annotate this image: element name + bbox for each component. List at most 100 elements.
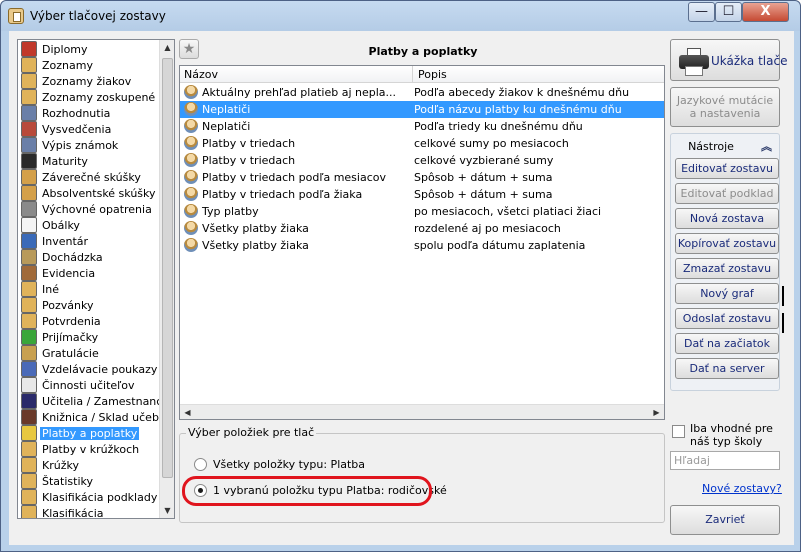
tool-button[interactable]: Nová zostava	[675, 208, 779, 229]
tool-button[interactable]: Zmazať zostavu	[675, 258, 779, 279]
tree-item-label: Obálky	[42, 218, 80, 232]
school-type-label: Iba vhodné pre náš typ školy	[690, 422, 773, 448]
tool-button[interactable]: Kopírovať zostavu	[675, 233, 779, 254]
tree-item[interactable]: Učitelia / Zamestnanci	[21, 393, 167, 409]
tree-item-label: Evidencia	[42, 266, 96, 280]
tree-item-label: Prijímačky	[42, 330, 99, 344]
school-type-checkbox[interactable]	[672, 425, 685, 438]
tree-item[interactable]: Vzdelávacie poukazy	[21, 361, 159, 377]
divider-mark	[782, 286, 784, 306]
tree-item[interactable]: Dochádzka	[21, 249, 105, 265]
collapse-chevron-icon[interactable]: ︽	[761, 138, 772, 154]
window-title: Výber tlačovej zostavy	[30, 9, 166, 23]
tree-item[interactable]: Klasifikácia podklady	[21, 489, 159, 505]
print-preview-button[interactable]: Ukážka tlače	[670, 39, 787, 81]
table-row[interactable]: Aktuálny prehľad platieb aj nepla... Podľ…	[180, 84, 664, 101]
tree-item[interactable]: Činnosti učiteľov	[21, 377, 137, 393]
table-row[interactable]: Všetky platby žiaka spolu podľa dátumu za…	[180, 237, 664, 254]
close-window-button[interactable]: X	[742, 2, 789, 22]
tree-scrollbar[interactable]: ▲ ▼	[159, 40, 174, 518]
tree-item-label: Platby a poplatky	[40, 426, 140, 440]
gift-icon	[21, 345, 37, 361]
tool-button[interactable]: Editovať podklad	[675, 183, 779, 204]
table-row[interactable]: Neplatiči Podľa názvu platby ku dnešnému …	[180, 101, 664, 118]
tree-item[interactable]: Zoznamy žiakov	[21, 73, 133, 89]
measure-icon	[21, 201, 37, 217]
tool-button[interactable]: Dať na začiatok	[675, 333, 779, 354]
table-row[interactable]: Všetky platby žiaka rozdelené aj po mesia…	[180, 220, 664, 237]
radio-label: Všetky položky typu: Platba	[213, 458, 366, 471]
radio-button[interactable]	[194, 458, 207, 471]
tree-item[interactable]: Obálky	[21, 217, 82, 233]
minimize-button[interactable]: —	[688, 2, 715, 22]
tree-item[interactable]: Diplomy	[21, 41, 90, 57]
new-reports-link[interactable]: Nové zostavy?	[702, 482, 782, 495]
tree-item[interactable]: Gratulácie	[21, 345, 101, 361]
column-header-description[interactable]: Popis	[418, 68, 447, 81]
table-row[interactable]: Platby v triedach podľa žiaka Spôsob + dá…	[180, 186, 664, 203]
language-settings-button[interactable]: Jazykové mutácie a nastavenia	[670, 87, 780, 127]
tree-item[interactable]: Pozvánky	[21, 297, 95, 313]
row-name: Neplatiči	[202, 120, 251, 133]
tool-button[interactable]: Nový graf	[675, 283, 779, 304]
tree-item[interactable]: Absolventské skúšky	[21, 185, 158, 201]
tree-item[interactable]: Platby v krúžkoch	[21, 441, 141, 457]
scroll-right-arrow-icon[interactable]: ▶	[649, 405, 664, 419]
highlight-oval	[182, 476, 432, 506]
staff-icon	[21, 393, 37, 409]
tree-item[interactable]: Maturity	[21, 153, 90, 169]
table-row[interactable]: Neplatiči Podľa triedy ku dnešnému dňu	[180, 118, 664, 135]
table-row[interactable]: Typ platby po mesiacoch, všetci platiaci …	[180, 203, 664, 220]
scroll-left-arrow-icon[interactable]: ◀	[180, 405, 195, 419]
user-icon	[21, 441, 37, 457]
certificate-icon	[21, 121, 37, 137]
tree-item[interactable]: Knižnica / Sklad učebn	[21, 409, 168, 425]
maximize-button[interactable]: ☐	[715, 2, 742, 22]
tree-item-label: Štatistiky	[42, 474, 93, 488]
tool-button[interactable]: Odoslať zostavu	[675, 308, 779, 329]
tree-item[interactable]: Potvrdenia	[21, 313, 103, 329]
tree-item[interactable]: Záverečné skúšky	[21, 169, 143, 185]
tree-item-label: Výpis známok	[42, 138, 119, 152]
tools-title: Nástroje	[688, 140, 734, 153]
tree-item[interactable]: Rozhodnutia	[21, 105, 112, 121]
close-button[interactable]: Zavrieť	[670, 505, 780, 535]
scroll-up-arrow-icon[interactable]: ▲	[160, 40, 174, 55]
tree-item[interactable]: Krúžky	[21, 457, 81, 473]
list-horizontal-scrollbar[interactable]: ◀ ▶	[180, 404, 664, 419]
user-icon	[21, 473, 37, 489]
table-row[interactable]: Platby v triedach celkové sumy po mesiaco…	[180, 135, 664, 152]
tree-item[interactable]: Výchovné opatrenia	[21, 201, 154, 217]
user-icon	[21, 297, 37, 313]
column-separator[interactable]	[412, 66, 413, 83]
tree-item[interactable]: Vysvedčenia	[21, 121, 113, 137]
tool-button[interactable]: Dať na server	[675, 358, 779, 379]
report-list: Názov Popis Aktuálny prehľad platieb aj …	[179, 65, 665, 420]
tree-item[interactable]: Klasifikácia	[21, 505, 106, 518]
tree-item[interactable]: Zoznamy zoskupené	[21, 89, 157, 105]
tree-item[interactable]: Evidencia	[21, 265, 97, 281]
tree-item[interactable]: Inventár	[21, 233, 90, 249]
tree-item[interactable]: Iné	[21, 281, 61, 297]
row-description: Podľa abecedy žiakov k dnešnému dňu	[414, 86, 630, 99]
client-area: Diplomy Zoznamy Zoznamy žiakov Zoznamy zosk…	[9, 31, 794, 545]
tree-item-label: Vzdelávacie poukazy	[42, 362, 158, 376]
search-input[interactable]: Hľadaj	[670, 451, 780, 470]
tree-item[interactable]: Platby a poplatky	[21, 425, 140, 441]
row-name: Aktuálny prehľad platieb aj nepla...	[202, 86, 396, 99]
user-icon	[21, 489, 37, 505]
table-row[interactable]: Platby v triedach podľa mesiacov Spôsob +…	[180, 169, 664, 186]
column-header-name[interactable]: Názov	[184, 68, 218, 81]
tree-item[interactable]: Prijímačky	[21, 329, 100, 345]
user-icon	[21, 457, 37, 473]
scroll-down-arrow-icon[interactable]: ▼	[160, 503, 174, 518]
tree-item-label: Gratulácie	[42, 346, 99, 360]
tree-item[interactable]: Výpis známok	[21, 137, 120, 153]
group-title: Výber položiek pre tlač	[186, 426, 317, 439]
table-row[interactable]: Platby v triedach celkové vyzbierané sumy	[180, 152, 664, 169]
tree-item[interactable]: Zoznamy	[21, 57, 95, 73]
tool-button[interactable]: Editovať zostavu	[675, 158, 779, 179]
radio-all-items[interactable]: Všetky položky typu: Platba	[194, 458, 365, 471]
tree-item[interactable]: Štatistiky	[21, 473, 95, 489]
tree-scroll-thumb[interactable]	[162, 58, 173, 478]
